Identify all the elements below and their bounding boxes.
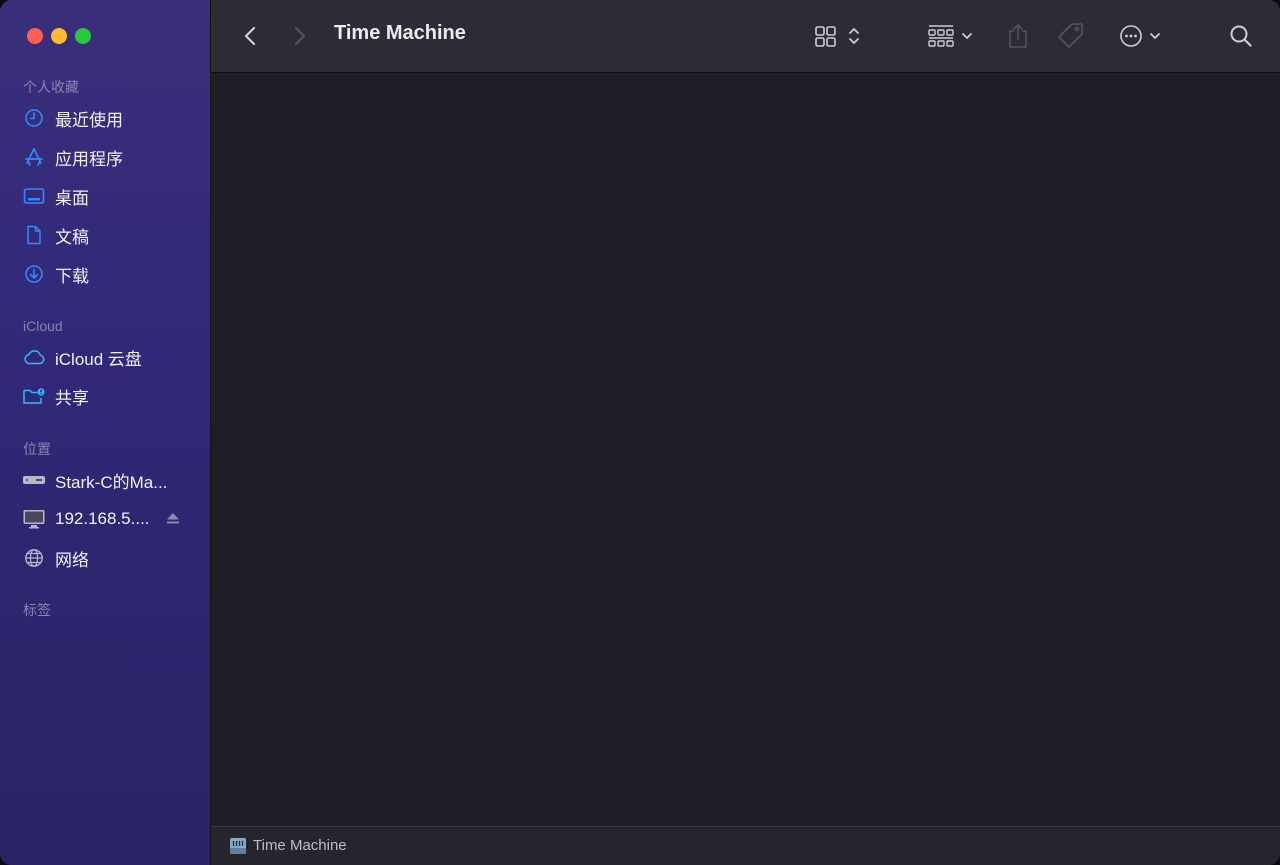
- chevron-down-icon: [962, 33, 972, 39]
- sidebar-item-mac[interactable]: Stark-C的Ma...: [14, 464, 196, 496]
- group-grid-icon: [928, 25, 954, 47]
- forward-button[interactable]: [287, 22, 313, 50]
- sidebar: 个人收藏 最近使用 应用程序 桌面 文稿 下载 iCloud iCloud 云盘…: [0, 0, 211, 865]
- sidebar-item-documents[interactable]: 文稿: [14, 219, 196, 251]
- grid-view-icon: [815, 26, 836, 47]
- toolbar: Time Machine: [211, 0, 1280, 73]
- window-controls: [27, 28, 91, 44]
- finder-window: 个人收藏 最近使用 应用程序 桌面 文稿 下载 iCloud iCloud 云盘…: [0, 0, 1280, 865]
- sidebar-item-network-share[interactable]: 192.168.5....: [14, 503, 196, 535]
- section-label-tags: 标签: [23, 602, 51, 618]
- section-label-favorites: 个人收藏: [23, 79, 79, 95]
- time-machine-drive-icon: [229, 837, 247, 860]
- file-browser-content[interactable]: [211, 73, 1280, 826]
- chevron-down-icon: [1150, 33, 1160, 39]
- sidebar-item-label: 文稿: [55, 227, 89, 247]
- tag-button[interactable]: [1055, 20, 1087, 52]
- display-icon: [22, 507, 46, 531]
- sidebar-item-recents[interactable]: 最近使用: [14, 102, 196, 134]
- path-bar: Time Machine: [211, 826, 1280, 865]
- cloud-icon: [22, 345, 46, 369]
- sidebar-item-label: 网络: [55, 550, 89, 570]
- shared-folder-icon: [22, 384, 46, 408]
- close-button[interactable]: [27, 28, 43, 44]
- sidebar-item-label: 共享: [55, 388, 89, 408]
- share-button[interactable]: [1003, 20, 1033, 52]
- search-button[interactable]: [1225, 20, 1257, 52]
- sidebar-item-label: 应用程序: [55, 149, 123, 169]
- chevron-left-icon: [244, 26, 256, 46]
- sidebar-item-downloads[interactable]: 下载: [14, 258, 196, 290]
- group-button[interactable]: [923, 20, 979, 52]
- clock-icon: [22, 106, 46, 130]
- view-mode-button[interactable]: [811, 20, 863, 52]
- eject-icon[interactable]: [166, 511, 180, 530]
- updown-chevron-icon: [849, 28, 859, 44]
- section-label-icloud: iCloud: [23, 318, 63, 334]
- sidebar-item-label: 桌面: [55, 188, 89, 208]
- tag-icon: [1058, 23, 1083, 48]
- chevron-right-icon: [294, 26, 306, 46]
- applications-icon: [22, 145, 46, 169]
- back-button[interactable]: [237, 22, 263, 50]
- download-icon: [22, 262, 46, 286]
- sidebar-item-label: 下载: [55, 266, 89, 286]
- sidebar-item-network[interactable]: 网络: [14, 542, 196, 574]
- path-bar-item[interactable]: Time Machine: [253, 837, 347, 854]
- sidebar-item-label: Stark-C的Ma...: [55, 472, 168, 492]
- minimize-button[interactable]: [51, 28, 67, 44]
- mac-mini-icon: [22, 468, 46, 492]
- search-icon: [1230, 25, 1252, 47]
- section-label-locations: 位置: [23, 441, 51, 457]
- sidebar-item-shared[interactable]: 共享: [14, 380, 196, 412]
- sidebar-item-applications[interactable]: 应用程序: [14, 141, 196, 173]
- more-actions-button[interactable]: [1115, 20, 1167, 52]
- sidebar-item-icloud-drive[interactable]: iCloud 云盘: [14, 341, 196, 373]
- ellipsis-circle-icon: [1120, 25, 1142, 47]
- desktop-icon: [22, 184, 46, 208]
- window-title: Time Machine: [334, 22, 466, 44]
- sidebar-item-label: 最近使用: [55, 110, 123, 130]
- sidebar-item-label: 192.168.5....: [55, 509, 150, 528]
- sidebar-item-label: iCloud 云盘: [55, 349, 142, 369]
- zoom-button[interactable]: [75, 28, 91, 44]
- sidebar-item-desktop[interactable]: 桌面: [14, 180, 196, 212]
- document-icon: [22, 223, 46, 247]
- globe-icon: [22, 546, 46, 570]
- share-icon: [1009, 24, 1027, 48]
